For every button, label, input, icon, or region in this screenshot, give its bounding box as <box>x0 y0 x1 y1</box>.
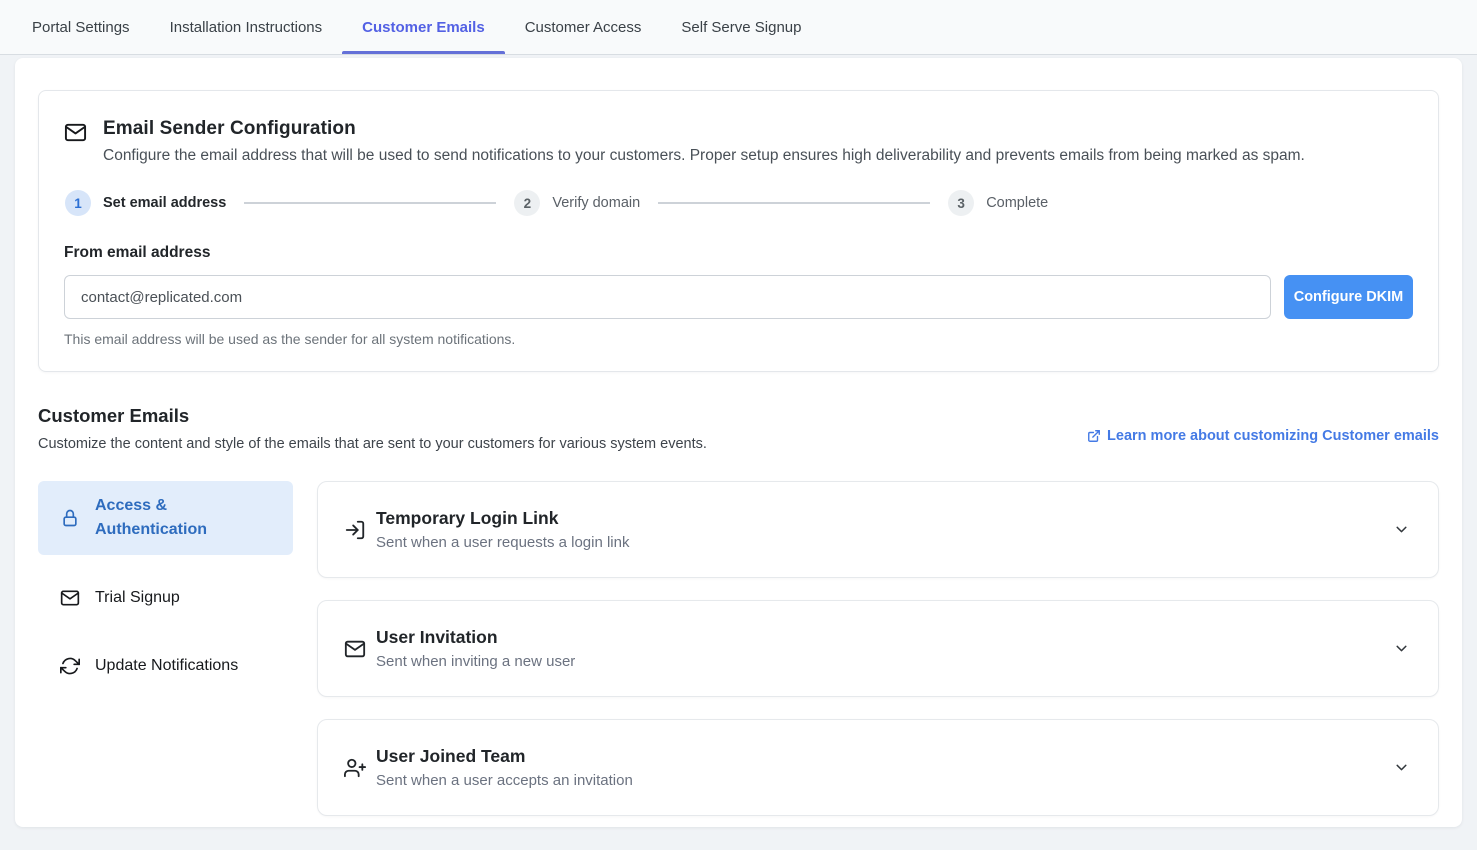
step-2-indicator: 2 <box>514 190 540 216</box>
mail-icon <box>60 588 80 608</box>
sidebar-item-label: Trial Signup <box>95 586 180 610</box>
email-template-card-user-joined-team[interactable]: User Joined Team Sent when a user accept… <box>317 719 1439 816</box>
email-card-title: User Joined Team <box>376 746 1391 767</box>
sender-card-header: Email Sender Configuration Configure the… <box>64 118 1413 165</box>
customer-emails-section-header: Customer Emails Customize the content an… <box>38 405 1439 452</box>
email-setup-stepper: 1 Set email address 2 Verify domain 3 Co… <box>65 190 1413 216</box>
refresh-icon <box>60 656 80 676</box>
sidebar-item-label: Update Notifications <box>95 654 238 678</box>
chevron-down-icon[interactable] <box>1391 519 1412 540</box>
configure-dkim-button[interactable]: Configure DKIM <box>1284 275 1413 319</box>
step-connector <box>658 202 930 204</box>
lock-icon <box>60 508 80 528</box>
from-email-input[interactable] <box>64 275 1271 319</box>
email-template-card-temporary-login-link[interactable]: Temporary Login Link Sent when a user re… <box>317 481 1439 578</box>
email-template-card-user-invitation[interactable]: User Invitation Sent when inviting a new… <box>317 600 1439 697</box>
tab-customer-access[interactable]: Customer Access <box>505 0 662 54</box>
settings-tab-bar: Portal Settings Installation Instruction… <box>0 0 1477 55</box>
chevron-down-icon[interactable] <box>1391 757 1412 778</box>
user-plus-icon <box>344 757 366 779</box>
login-icon <box>344 519 366 541</box>
mail-icon <box>64 121 87 165</box>
sidebar-item-update-notifications[interactable]: Update Notifications <box>38 641 293 691</box>
email-card-title: User Invitation <box>376 627 1391 648</box>
email-sender-config-card: Email Sender Configuration Configure the… <box>38 90 1439 372</box>
from-email-label: From email address <box>64 244 1413 262</box>
step-3-indicator: 3 <box>948 190 974 216</box>
tab-customer-emails[interactable]: Customer Emails <box>342 0 505 54</box>
content-panel: Email Sender Configuration Configure the… <box>15 58 1462 827</box>
email-card-subtitle: Sent when inviting a new user <box>376 653 1391 670</box>
step-1-label: Set email address <box>103 195 226 211</box>
step-1-indicator: 1 <box>65 190 91 216</box>
step-connector <box>244 202 496 204</box>
email-card-title: Temporary Login Link <box>376 508 1391 529</box>
email-category-sidebar: Access & Authentication Trial Signup Upd… <box>38 481 293 816</box>
tab-portal-settings[interactable]: Portal Settings <box>12 0 150 54</box>
from-email-helper-text: This email address will be used as the s… <box>64 331 1413 347</box>
email-card-subtitle: Sent when a user requests a login link <box>376 534 1391 551</box>
sidebar-item-access-authentication[interactable]: Access & Authentication <box>38 481 293 555</box>
customer-emails-content: Access & Authentication Trial Signup Upd… <box>38 481 1439 816</box>
sender-card-description: Configure the email address that will be… <box>103 147 1305 165</box>
tab-self-serve-signup[interactable]: Self Serve Signup <box>661 0 821 54</box>
step-3-label: Complete <box>986 195 1048 211</box>
from-email-row: Configure DKIM <box>64 275 1413 319</box>
learn-more-label: Learn more about customizing Customer em… <box>1107 428 1439 444</box>
mail-icon <box>344 638 366 660</box>
sidebar-item-label: Access & Authentication <box>95 494 271 542</box>
section-subtitle: Customize the content and style of the e… <box>38 436 707 452</box>
email-card-subtitle: Sent when a user accepts an invitation <box>376 772 1391 789</box>
sidebar-item-trial-signup[interactable]: Trial Signup <box>38 573 293 623</box>
section-title: Customer Emails <box>38 405 707 427</box>
tab-installation-instructions[interactable]: Installation Instructions <box>150 0 343 54</box>
step-2-label: Verify domain <box>552 195 640 211</box>
sender-card-title: Email Sender Configuration <box>103 118 1305 140</box>
learn-more-link[interactable]: Learn more about customizing Customer em… <box>1087 428 1439 444</box>
external-link-icon <box>1087 429 1101 443</box>
email-template-list: Temporary Login Link Sent when a user re… <box>317 481 1439 816</box>
chevron-down-icon[interactable] <box>1391 638 1412 659</box>
